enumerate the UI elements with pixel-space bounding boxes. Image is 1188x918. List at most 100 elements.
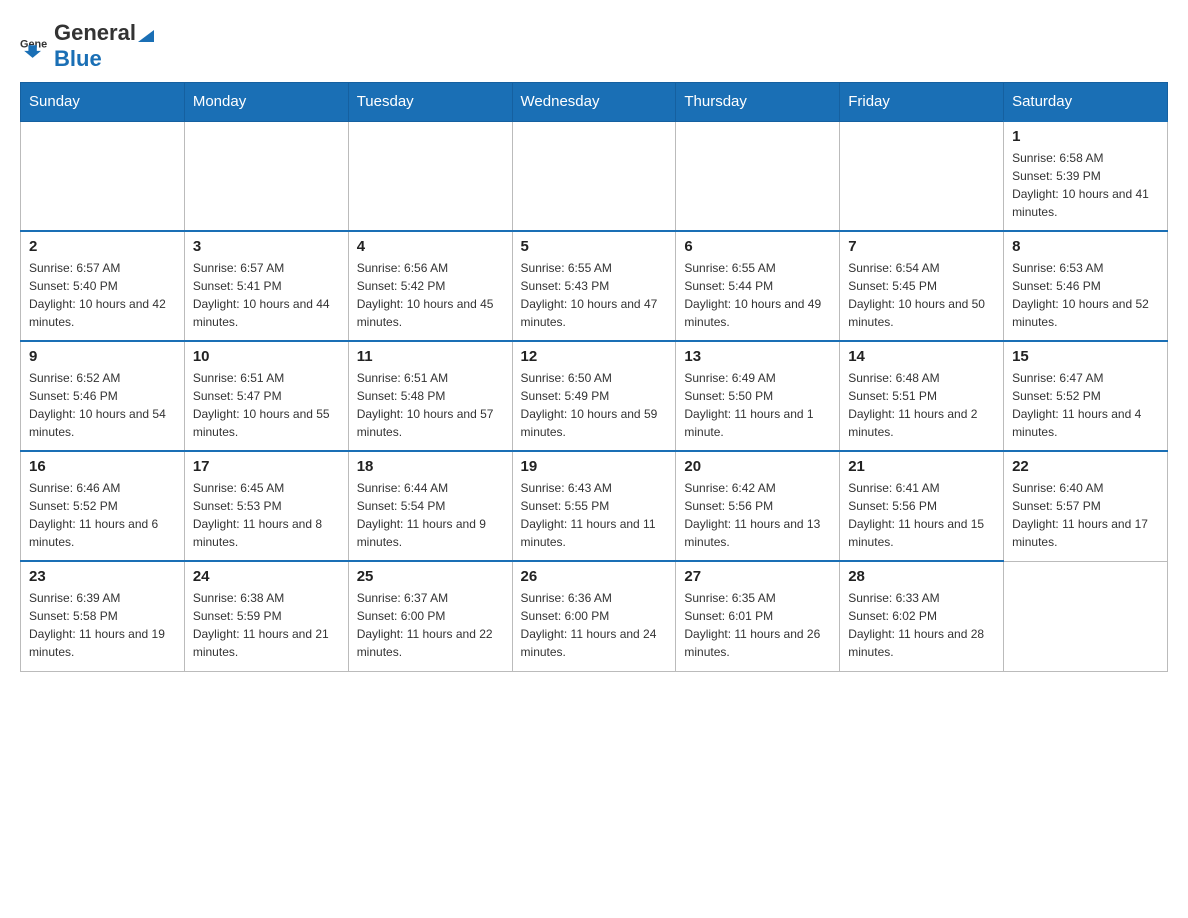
day-info: Sunrise: 6:52 AM Sunset: 5:46 PM Dayligh… — [29, 369, 176, 441]
day-info: Sunrise: 6:35 AM Sunset: 6:01 PM Dayligh… — [684, 589, 831, 661]
day-number: 24 — [193, 568, 340, 585]
day-of-week-header: Tuesday — [348, 83, 512, 122]
day-number: 17 — [193, 458, 340, 475]
day-info: Sunrise: 6:48 AM Sunset: 5:51 PM Dayligh… — [848, 369, 995, 441]
calendar-day-cell: 12 Sunrise: 6:50 AM Sunset: 5:49 PM Dayli… — [512, 341, 676, 451]
logo-blue-text: Blue — [54, 46, 102, 71]
calendar-day-cell: 4 Sunrise: 6:56 AM Sunset: 5:42 PM Daylig… — [348, 231, 512, 341]
day-number: 13 — [684, 348, 831, 365]
calendar-day-cell — [676, 121, 840, 231]
day-number: 11 — [357, 348, 504, 365]
calendar-day-cell — [21, 121, 185, 231]
calendar-day-cell: 13Sunrise: 6:49 AM Sunset: 5:50 PM Dayli… — [676, 341, 840, 451]
day-number: 25 — [357, 568, 504, 585]
day-number: 3 — [193, 238, 340, 255]
calendar-day-cell: 28 Sunrise: 6:33 AM Sunset: 6:02 PM Dayli… — [840, 561, 1004, 671]
day-info: Sunrise: 6:45 AM Sunset: 5:53 PM Dayligh… — [193, 479, 340, 551]
calendar-week-row: 9 Sunrise: 6:52 AM Sunset: 5:46 PM Daylig… — [21, 341, 1168, 451]
day-of-week-header: Saturday — [1004, 83, 1168, 122]
day-number: 19 — [521, 458, 668, 475]
day-number: 8 — [1012, 238, 1159, 255]
day-number: 20 — [684, 458, 831, 475]
logo-triangle — [138, 26, 158, 46]
day-info: Sunrise: 6:47 AM Sunset: 5:52 PM Dayligh… — [1012, 369, 1159, 441]
logo: General General Blue — [20, 20, 160, 72]
day-info: Sunrise: 6:51 AM Sunset: 5:47 PM Dayligh… — [193, 369, 340, 441]
day-number: 1 — [1012, 128, 1159, 145]
day-info: Sunrise: 6:55 AM Sunset: 5:43 PM Dayligh… — [521, 259, 668, 331]
day-number: 6 — [684, 238, 831, 255]
day-number: 10 — [193, 348, 340, 365]
day-number: 28 — [848, 568, 995, 585]
day-number: 7 — [848, 238, 995, 255]
calendar-day-cell: 3Sunrise: 6:57 AM Sunset: 5:41 PM Daylig… — [184, 231, 348, 341]
calendar-day-cell: 26 Sunrise: 6:36 AM Sunset: 6:00 PM Dayli… — [512, 561, 676, 671]
calendar-day-cell: 20 Sunrise: 6:42 AM Sunset: 5:56 PM Dayli… — [676, 451, 840, 561]
calendar-header-row: SundayMondayTuesdayWednesdayThursdayFrid… — [21, 83, 1168, 122]
day-info: Sunrise: 6:57 AM Sunset: 5:40 PM Dayligh… — [29, 259, 176, 331]
calendar-day-cell — [184, 121, 348, 231]
day-info: Sunrise: 6:41 AM Sunset: 5:56 PM Dayligh… — [848, 479, 995, 551]
calendar-day-cell: 9 Sunrise: 6:52 AM Sunset: 5:46 PM Daylig… — [21, 341, 185, 451]
day-info: Sunrise: 6:33 AM Sunset: 6:02 PM Dayligh… — [848, 589, 995, 661]
day-of-week-header: Monday — [184, 83, 348, 122]
day-info: Sunrise: 6:54 AM Sunset: 5:45 PM Dayligh… — [848, 259, 995, 331]
day-info: Sunrise: 6:38 AM Sunset: 5:59 PM Dayligh… — [193, 589, 340, 661]
calendar-day-cell: 17 Sunrise: 6:45 AM Sunset: 5:53 PM Dayli… — [184, 451, 348, 561]
calendar-day-cell: 5 Sunrise: 6:55 AM Sunset: 5:43 PM Daylig… — [512, 231, 676, 341]
day-number: 16 — [29, 458, 176, 475]
calendar-day-cell: 27 Sunrise: 6:35 AM Sunset: 6:01 PM Dayli… — [676, 561, 840, 671]
day-info: Sunrise: 6:56 AM Sunset: 5:42 PM Dayligh… — [357, 259, 504, 331]
day-info: Sunrise: 6:51 AM Sunset: 5:48 PM Dayligh… — [357, 369, 504, 441]
day-of-week-header: Thursday — [676, 83, 840, 122]
day-number: 15 — [1012, 348, 1159, 365]
calendar-day-cell: 6Sunrise: 6:55 AM Sunset: 5:44 PM Daylig… — [676, 231, 840, 341]
calendar-day-cell: 1 Sunrise: 6:58 AM Sunset: 5:39 PM Daylig… — [1004, 121, 1168, 231]
day-number: 21 — [848, 458, 995, 475]
calendar-week-row: 16 Sunrise: 6:46 AM Sunset: 5:52 PM Dayli… — [21, 451, 1168, 561]
calendar-day-cell: 25 Sunrise: 6:37 AM Sunset: 6:00 PM Dayli… — [348, 561, 512, 671]
day-number: 26 — [521, 568, 668, 585]
calendar-day-cell: 23 Sunrise: 6:39 AM Sunset: 5:58 PM Dayli… — [21, 561, 185, 671]
day-info: Sunrise: 6:46 AM Sunset: 5:52 PM Dayligh… — [29, 479, 176, 551]
calendar-day-cell: 22 Sunrise: 6:40 AM Sunset: 5:57 PM Dayli… — [1004, 451, 1168, 561]
day-number: 9 — [29, 348, 176, 365]
day-number: 4 — [357, 238, 504, 255]
day-info: Sunrise: 6:42 AM Sunset: 5:56 PM Dayligh… — [684, 479, 831, 551]
day-info: Sunrise: 6:39 AM Sunset: 5:58 PM Dayligh… — [29, 589, 176, 661]
day-number: 23 — [29, 568, 176, 585]
calendar-day-cell: 2 Sunrise: 6:57 AM Sunset: 5:40 PM Daylig… — [21, 231, 185, 341]
day-number: 27 — [684, 568, 831, 585]
day-info: Sunrise: 6:50 AM Sunset: 5:49 PM Dayligh… — [521, 369, 668, 441]
calendar-week-row: 1 Sunrise: 6:58 AM Sunset: 5:39 PM Daylig… — [21, 121, 1168, 231]
day-of-week-header: Sunday — [21, 83, 185, 122]
calendar-day-cell: 24 Sunrise: 6:38 AM Sunset: 5:59 PM Dayli… — [184, 561, 348, 671]
page-header: General General Blue — [20, 20, 1168, 72]
day-info: Sunrise: 6:37 AM Sunset: 6:00 PM Dayligh… — [357, 589, 504, 661]
calendar-day-cell — [348, 121, 512, 231]
calendar-week-row: 23 Sunrise: 6:39 AM Sunset: 5:58 PM Dayli… — [21, 561, 1168, 671]
calendar-day-cell: 7 Sunrise: 6:54 AM Sunset: 5:45 PM Daylig… — [840, 231, 1004, 341]
calendar-day-cell: 19Sunrise: 6:43 AM Sunset: 5:55 PM Dayli… — [512, 451, 676, 561]
calendar-day-cell: 8 Sunrise: 6:53 AM Sunset: 5:46 PM Daylig… — [1004, 231, 1168, 341]
day-number: 12 — [521, 348, 668, 365]
day-info: Sunrise: 6:40 AM Sunset: 5:57 PM Dayligh… — [1012, 479, 1159, 551]
day-of-week-header: Friday — [840, 83, 1004, 122]
day-info: Sunrise: 6:36 AM Sunset: 6:00 PM Dayligh… — [521, 589, 668, 661]
calendar-week-row: 2 Sunrise: 6:57 AM Sunset: 5:40 PM Daylig… — [21, 231, 1168, 341]
calendar-day-cell — [512, 121, 676, 231]
day-number: 5 — [521, 238, 668, 255]
calendar-day-cell: 16 Sunrise: 6:46 AM Sunset: 5:52 PM Dayli… — [21, 451, 185, 561]
day-number: 22 — [1012, 458, 1159, 475]
day-info: Sunrise: 6:58 AM Sunset: 5:39 PM Dayligh… — [1012, 149, 1159, 221]
day-number: 2 — [29, 238, 176, 255]
day-info: Sunrise: 6:53 AM Sunset: 5:46 PM Dayligh… — [1012, 259, 1159, 331]
day-info: Sunrise: 6:44 AM Sunset: 5:54 PM Dayligh… — [357, 479, 504, 551]
calendar-day-cell: 11 Sunrise: 6:51 AM Sunset: 5:48 PM Dayli… — [348, 341, 512, 451]
calendar-day-cell: 10 Sunrise: 6:51 AM Sunset: 5:47 PM Dayli… — [184, 341, 348, 451]
calendar-day-cell: 21 Sunrise: 6:41 AM Sunset: 5:56 PM Dayli… — [840, 451, 1004, 561]
calendar-day-cell — [1004, 561, 1168, 671]
logo-general-text: General — [54, 20, 136, 45]
calendar-day-cell — [840, 121, 1004, 231]
logo-icon: General — [20, 32, 48, 60]
